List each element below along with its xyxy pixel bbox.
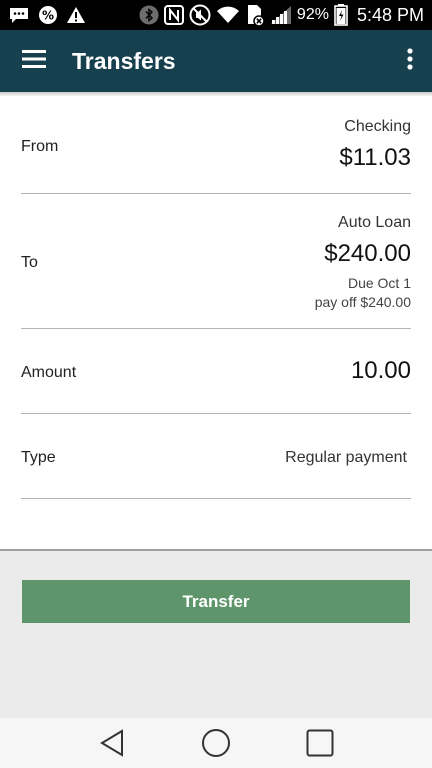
status-bar: % 92% 5:48 PM — [0, 0, 432, 30]
nfc-icon — [163, 5, 184, 25]
from-row[interactable]: From Checking $11.03 — [21, 108, 411, 194]
amount-input[interactable]: 10.00 — [351, 357, 411, 385]
amount-label: Amount — [21, 364, 77, 381]
warning-icon — [66, 6, 86, 24]
wifi-icon — [216, 6, 240, 24]
page-title: Transfers — [72, 47, 176, 74]
menu-button[interactable] — [0, 30, 68, 92]
to-account-name: Auto Loan — [338, 214, 411, 231]
battery-charging-icon — [334, 4, 348, 26]
signal-icon — [270, 5, 292, 25]
due-date: Due Oct 1 — [347, 275, 411, 291]
mute-icon — [189, 4, 211, 26]
app-bar: Transfers — [0, 30, 432, 92]
status-time: 5:48 PM — [356, 4, 424, 25]
system-nav-bar — [0, 718, 432, 768]
to-account-balance: $240.00 — [324, 240, 411, 267]
type-row[interactable]: Type Regular payment — [21, 414, 411, 499]
svg-text:%: % — [42, 9, 54, 23]
back-icon[interactable] — [92, 723, 132, 763]
payoff-amount: pay off $240.00 — [314, 294, 411, 310]
type-label: Type — [21, 449, 56, 466]
transfer-form-card: From Checking $11.03 To Auto Loan $240.0… — [0, 96, 432, 551]
from-label: From — [21, 138, 59, 155]
to-row[interactable]: To Auto Loan $240.00 Due Oct 1 pay off $… — [21, 194, 411, 329]
message-icon — [8, 6, 30, 24]
from-account-name: Checking — [344, 118, 411, 135]
overflow-menu-button[interactable] — [388, 30, 432, 92]
battery-percent: 92% — [296, 6, 329, 23]
transfer-button[interactable]: Transfer — [22, 580, 410, 623]
status-left-icons: % — [8, 5, 86, 25]
bluetooth-icon — [139, 5, 159, 25]
hamburger-menu-icon — [22, 49, 46, 73]
recents-icon[interactable] — [300, 723, 340, 763]
from-account-balance: $11.03 — [339, 144, 411, 171]
payment-type-select[interactable]: Regular payment — [285, 449, 407, 467]
to-label: To — [21, 254, 38, 271]
sim-error-icon — [245, 4, 265, 26]
more-vertical-icon — [407, 47, 413, 75]
status-right-icons: 92% 5:48 PM — [139, 4, 424, 26]
home-icon[interactable] — [196, 723, 236, 763]
amount-row[interactable]: Amount 10.00 — [21, 329, 411, 414]
percent-icon: % — [38, 5, 58, 25]
